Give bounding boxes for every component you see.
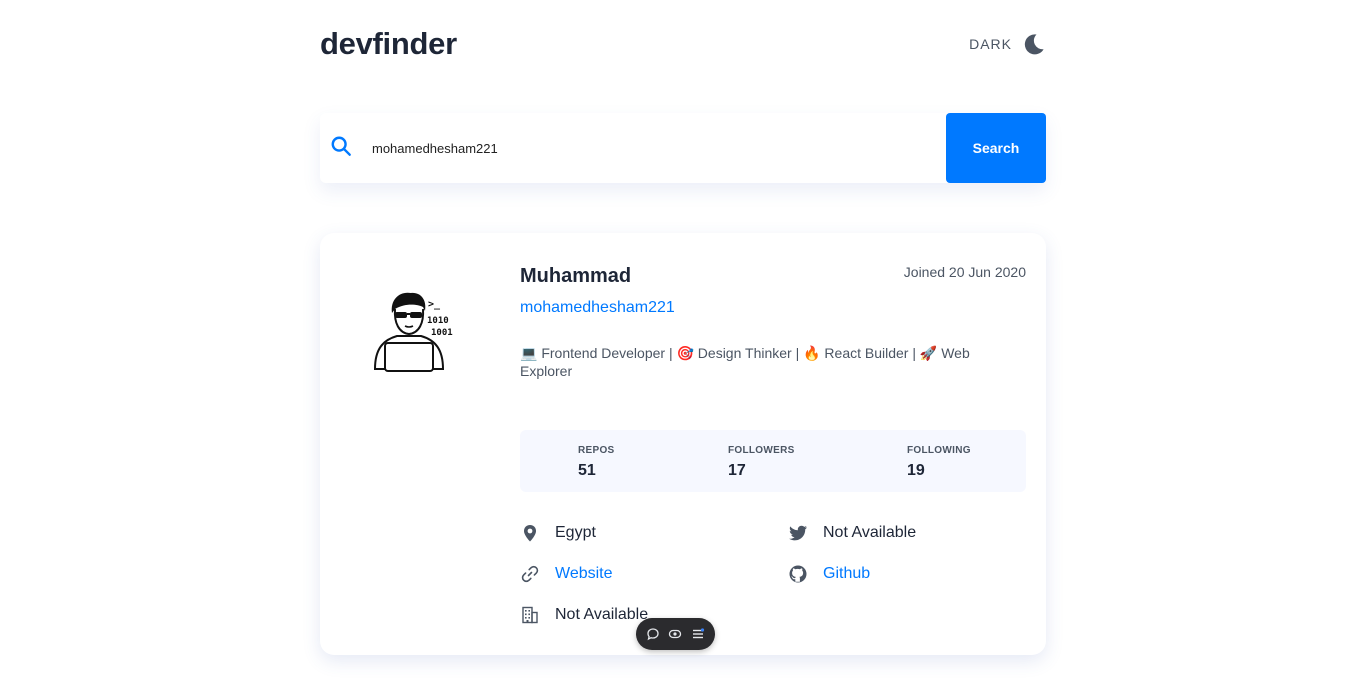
theme-toggle-button[interactable]: DARK bbox=[969, 32, 1046, 56]
comment-icon bbox=[647, 628, 659, 641]
stat-value: 17 bbox=[728, 462, 746, 479]
twitter-icon bbox=[789, 525, 807, 541]
location-text: Egypt bbox=[555, 524, 596, 541]
location-pin-icon bbox=[524, 525, 536, 542]
website-link[interactable]: Website bbox=[555, 565, 613, 583]
github-icon bbox=[789, 565, 807, 583]
stat-value: 19 bbox=[907, 462, 925, 479]
header: devfinder DARK bbox=[320, 24, 1046, 64]
github-link[interactable]: Github bbox=[823, 565, 870, 583]
app-logo: devfinder bbox=[320, 26, 457, 61]
svg-text:1001: 1001 bbox=[431, 328, 453, 338]
search-bar: Search bbox=[320, 113, 1046, 183]
stat-label: FOLLOWERS bbox=[728, 445, 795, 456]
building-icon bbox=[522, 606, 538, 624]
theme-label: DARK bbox=[969, 36, 1012, 52]
menu-icon bbox=[692, 628, 704, 639]
menu-button[interactable] bbox=[690, 626, 706, 642]
profile-card: >_ 1010 1001 Muhammad Joined 20 Jun 2020… bbox=[320, 233, 1046, 655]
info-company: Not Available bbox=[520, 605, 648, 625]
stats-panel: REPOS 51 FOLLOWERS 17 FOLLOWING 19 bbox=[520, 430, 1026, 492]
avatar: >_ 1010 1001 bbox=[373, 292, 453, 372]
link-icon bbox=[521, 565, 539, 583]
floating-toolbar bbox=[636, 618, 715, 650]
info-twitter: Not Available bbox=[788, 523, 916, 543]
stat-label: FOLLOWING bbox=[907, 445, 971, 456]
search-input[interactable] bbox=[372, 137, 932, 159]
moon-icon bbox=[1024, 34, 1044, 55]
view-button[interactable] bbox=[667, 626, 683, 642]
info-github: Github bbox=[788, 564, 870, 584]
profile-login-link[interactable]: mohamedhesham221 bbox=[520, 299, 675, 317]
joined-date: Joined 20 Jun 2020 bbox=[903, 264, 1026, 280]
app-container: devfinder DARK Search bbox=[320, 0, 1046, 680]
stat-label: REPOS bbox=[578, 445, 615, 456]
info-location: Egypt bbox=[520, 523, 596, 543]
info-website: Website bbox=[520, 564, 613, 584]
profile-name: Muhammad bbox=[520, 265, 632, 287]
stat-following: FOLLOWING 19 bbox=[907, 445, 971, 480]
svg-text:>_: >_ bbox=[428, 299, 441, 310]
search-icon bbox=[331, 136, 351, 156]
twitter-text: Not Available bbox=[823, 524, 917, 541]
eye-icon bbox=[669, 629, 682, 639]
search-button[interactable]: Search bbox=[946, 113, 1046, 183]
stat-repos: REPOS 51 bbox=[578, 445, 615, 480]
stat-followers: FOLLOWERS 17 bbox=[728, 445, 795, 480]
company-text: Not Available bbox=[555, 606, 649, 623]
stat-value: 51 bbox=[578, 462, 596, 479]
profile-bio: 💻 Frontend Developer | 🎯 Design Thinker … bbox=[520, 345, 970, 379]
comment-button[interactable] bbox=[645, 626, 661, 642]
svg-text:1010: 1010 bbox=[427, 316, 449, 326]
